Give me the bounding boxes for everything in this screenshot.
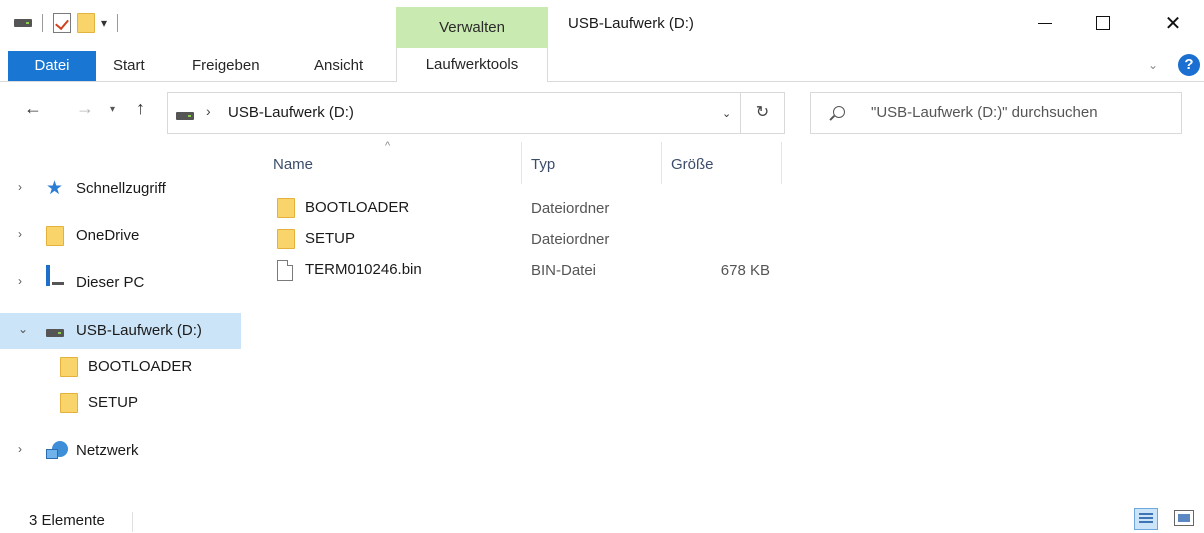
- file-type: Dateiordner: [531, 200, 610, 217]
- refresh-icon: ↻: [755, 104, 770, 121]
- new-folder-icon[interactable]: [77, 13, 95, 33]
- large-icons-view-icon[interactable]: [1174, 510, 1194, 526]
- quick-access-toolbar: ▾: [14, 10, 122, 36]
- navigation-pane: › ★ Schnellzugriff › OneDrive › Dieser P…: [0, 138, 245, 498]
- column-divider[interactable]: [781, 142, 782, 184]
- address-dropdown-icon[interactable]: ⌄: [722, 107, 731, 120]
- context-group-label: Verwalten: [439, 19, 505, 36]
- tab-datei[interactable]: Datei: [8, 51, 96, 81]
- tab-freigeben[interactable]: Freigeben: [192, 52, 260, 82]
- sidebar-item-label: Netzwerk: [76, 442, 139, 459]
- chevron-right-icon[interactable]: ›: [18, 274, 22, 288]
- refresh-button[interactable]: ↻: [741, 92, 785, 134]
- drive-icon[interactable]: [14, 19, 32, 27]
- close-button[interactable]: ✕: [1150, 0, 1196, 46]
- window-title: USB-Laufwerk (D:): [568, 15, 694, 32]
- sidebar-item-dieser-pc[interactable]: › Dieser PC: [0, 265, 241, 301]
- properties-icon[interactable]: [53, 13, 71, 33]
- folder-icon: [60, 393, 78, 413]
- close-icon: ✕: [1164, 12, 1182, 35]
- column-divider[interactable]: [521, 142, 522, 184]
- breadcrumb-chevron-icon[interactable]: ›: [206, 103, 211, 119]
- status-bar: 3 Elemente: [0, 506, 1204, 533]
- tab-ansicht[interactable]: Ansicht: [314, 52, 363, 82]
- customize-toolbar-icon[interactable]: ▾: [101, 16, 107, 30]
- details-view-icon[interactable]: [1134, 508, 1158, 530]
- table-row[interactable]: BOOTLOADER Dateiordner: [273, 196, 793, 224]
- help-icon[interactable]: ?: [1178, 54, 1200, 76]
- sidebar-item-label: USB-Laufwerk (D:): [76, 322, 202, 339]
- sidebar-item-label: Schnellzugriff: [76, 180, 166, 197]
- drive-icon: [176, 112, 194, 120]
- search-icon: [833, 106, 845, 118]
- folder-icon: [60, 357, 78, 377]
- sidebar-item-bootloader[interactable]: BOOTLOADER: [0, 349, 241, 385]
- pc-icon: [46, 265, 50, 286]
- file-type: BIN-Datei: [531, 262, 597, 279]
- expand-ribbon-icon[interactable]: ⌄: [1148, 58, 1158, 72]
- table-row[interactable]: TERM010246.bin BIN-Datei 678 KB: [273, 258, 793, 286]
- chevron-down-icon[interactable]: ⌄: [18, 322, 28, 336]
- sidebar-item-label: BOOTLOADER: [88, 358, 193, 375]
- folder-icon: [277, 198, 295, 218]
- tab-start[interactable]: Start: [113, 52, 145, 82]
- up-arrow-icon[interactable]: ↑: [136, 98, 145, 119]
- breadcrumb[interactable]: USB-Laufwerk (D:): [228, 104, 354, 121]
- title-bar: ▾ Verwalten USB-Laufwerk (D:) ✕: [0, 0, 1204, 48]
- column-divider[interactable]: [661, 142, 662, 184]
- sidebar-item-label: OneDrive: [76, 227, 140, 244]
- maximize-icon: [1096, 16, 1110, 30]
- sidebar-item-schnellzugriff[interactable]: › ★ Schnellzugriff: [0, 171, 241, 207]
- maximize-button[interactable]: [1080, 0, 1126, 46]
- sidebar-item-label: Dieser PC: [76, 274, 145, 291]
- item-count: 3 Elemente: [29, 512, 105, 529]
- back-arrow-icon[interactable]: ←: [24, 98, 42, 119]
- column-header-type[interactable]: Typ: [531, 156, 555, 173]
- sidebar-item-setup[interactable]: SETUP: [0, 385, 241, 421]
- folder-icon: [46, 226, 64, 246]
- file-name: SETUP: [305, 230, 356, 247]
- chevron-right-icon[interactable]: ›: [18, 180, 22, 194]
- sidebar-item-netzwerk[interactable]: › Netzwerk: [0, 433, 241, 469]
- search-input[interactable]: "USB-Laufwerk (D:)" durchsuchen: [810, 92, 1182, 134]
- drive-icon: [46, 329, 64, 337]
- navigation-bar: ← → ▾ ↑ › USB-Laufwerk (D:) ⌄ ↻ "USB-Lau…: [0, 82, 1204, 138]
- table-row[interactable]: SETUP Dateiordner: [273, 227, 793, 255]
- file-icon: [277, 260, 293, 281]
- minimize-icon: [1038, 22, 1052, 24]
- chevron-right-icon[interactable]: ›: [18, 227, 22, 241]
- minimize-button[interactable]: [1022, 0, 1068, 46]
- toolbar-separator: [42, 14, 43, 32]
- sort-ascending-icon: ^: [385, 140, 391, 152]
- file-size: 678 KB: [720, 262, 770, 279]
- sidebar-item-onedrive[interactable]: › OneDrive: [0, 218, 241, 254]
- forward-arrow-icon[interactable]: →: [76, 98, 94, 119]
- column-header-size[interactable]: Größe: [671, 156, 714, 173]
- chevron-right-icon[interactable]: ›: [18, 442, 22, 456]
- toolbar-separator: [117, 14, 119, 32]
- address-bar[interactable]: › USB-Laufwerk (D:) ⌄: [167, 92, 741, 134]
- folder-icon: [277, 229, 295, 249]
- file-list: ^ Name Typ Größe BOOTLOADER Dateiordner …: [245, 138, 1204, 498]
- status-divider: [132, 512, 133, 532]
- tab-laufwerktools[interactable]: Laufwerktools: [396, 48, 548, 82]
- context-tab-group: Verwalten: [396, 7, 548, 48]
- file-type: Dateiordner: [531, 231, 610, 248]
- column-header-name[interactable]: Name: [273, 156, 313, 173]
- sidebar-item-usb-laufwerk[interactable]: ⌄ USB-Laufwerk (D:): [0, 313, 241, 349]
- search-placeholder: "USB-Laufwerk (D:)" durchsuchen: [871, 104, 1098, 121]
- ribbon-tabs: Datei Start Freigeben Ansicht Laufwerkto…: [0, 48, 1204, 82]
- star-icon: ★: [46, 178, 64, 199]
- file-name: TERM010246.bin: [305, 261, 422, 278]
- sidebar-item-label: SETUP: [88, 394, 139, 411]
- file-name: BOOTLOADER: [305, 199, 410, 216]
- recent-locations-icon[interactable]: ▾: [110, 104, 115, 115]
